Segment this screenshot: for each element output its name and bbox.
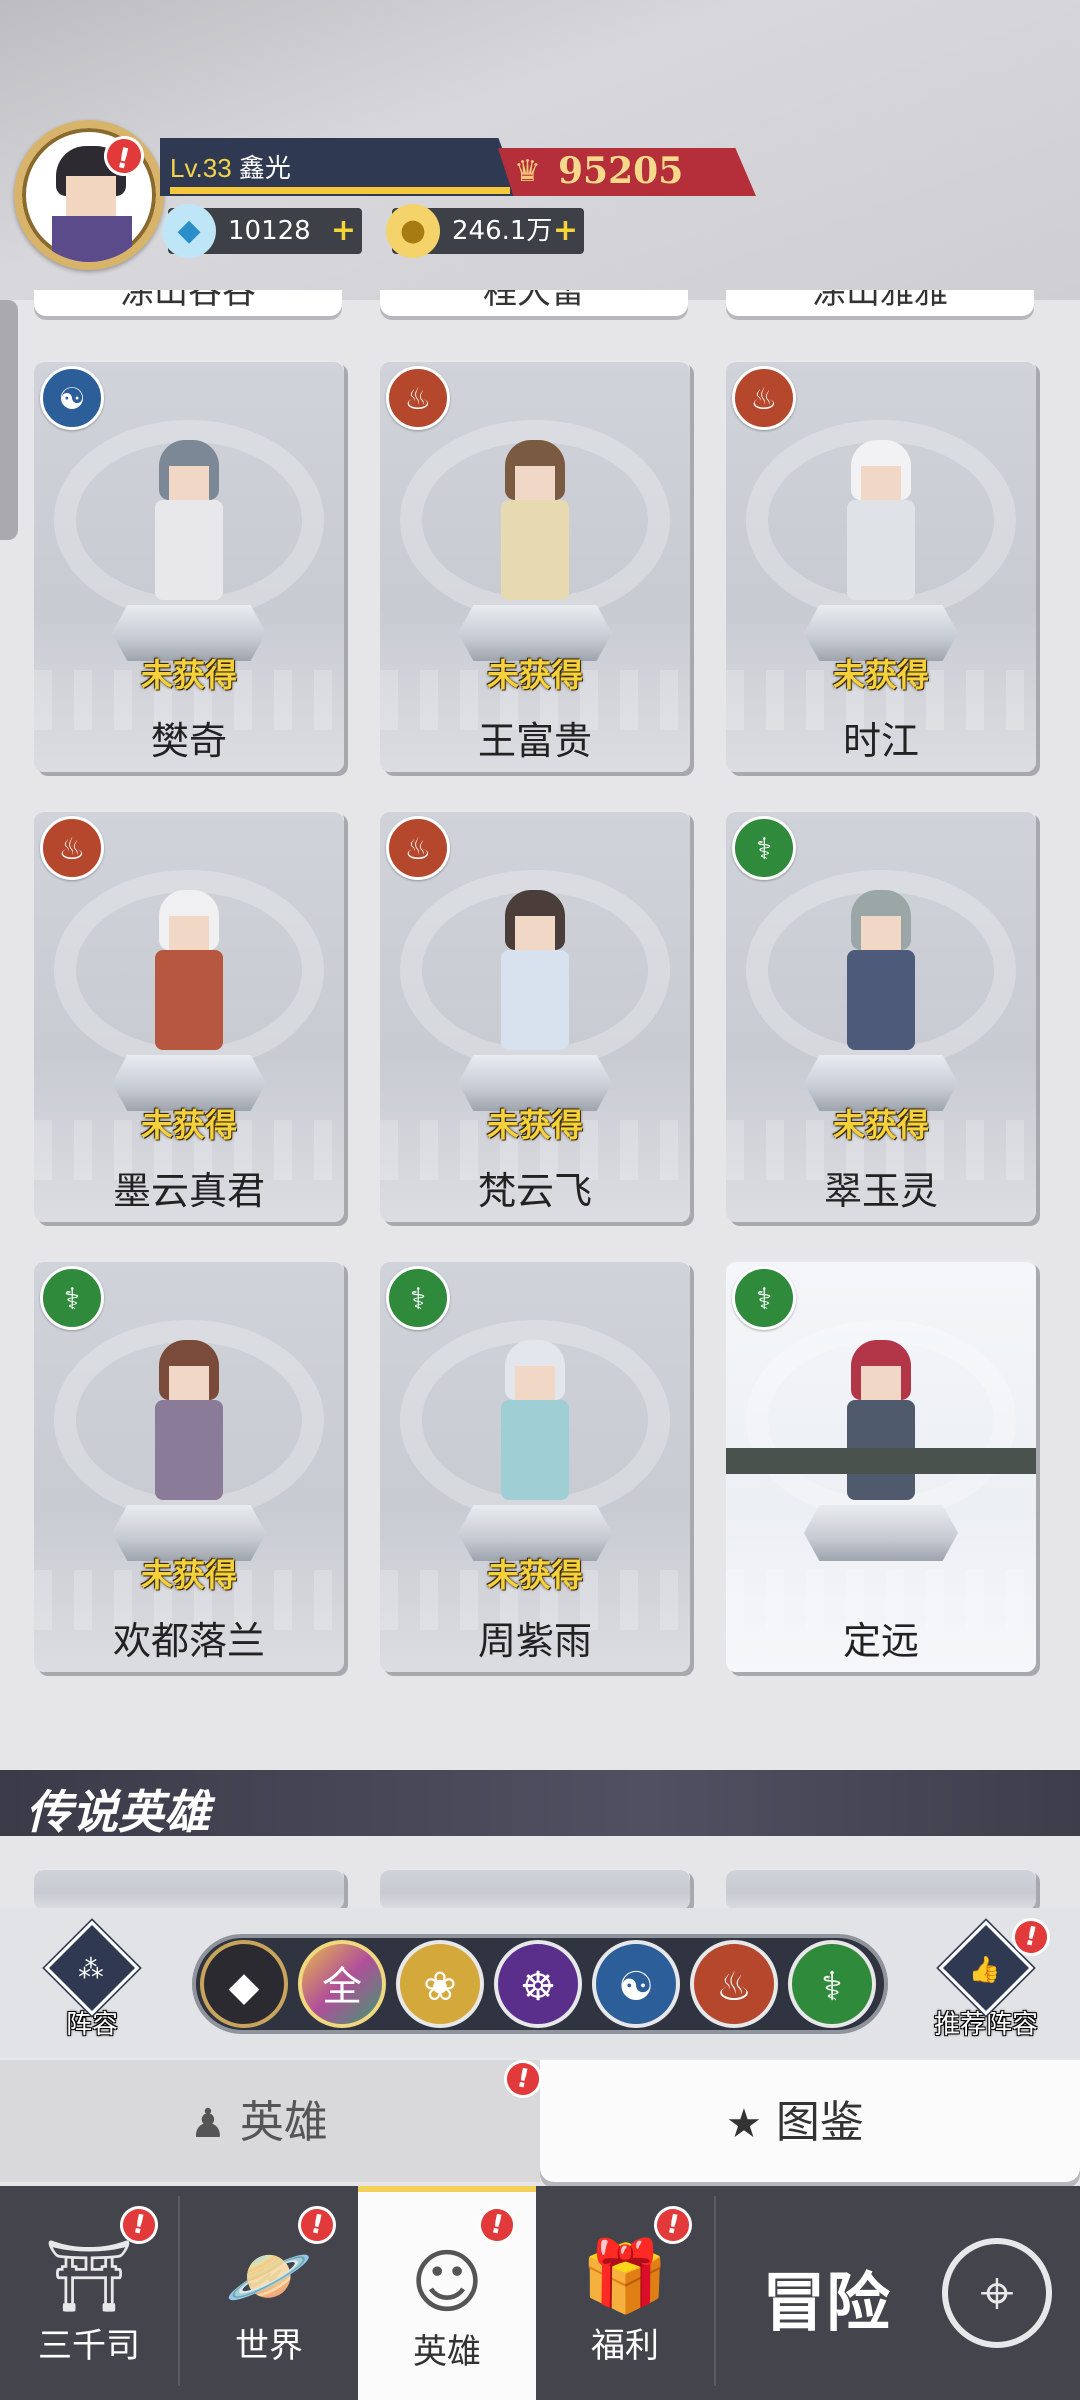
hero-sprite [831,440,931,610]
gold-coin-icon: ● [386,204,440,258]
hero-status: 未获得 [832,1106,929,1144]
weapon [726,1448,1036,1474]
hero-card-partial[interactable]: 涂山谷谷 [34,290,342,316]
hero-card-partial[interactable] [34,1868,344,1910]
hero-sprite [139,1340,239,1510]
hero-name: 欢都落兰 [112,1619,265,1663]
diamond-add-icon[interactable]: + [331,208,356,254]
pedestal [804,1505,958,1561]
hero-name: 定远 [842,1619,919,1663]
hero-card-partial[interactable]: 涂山雅雅 [726,290,1034,316]
nav-adventure[interactable]: 冒险 ⌖ [712,2186,1080,2400]
player-name: 鑫光 [238,153,291,183]
hero-status: 未获得 [486,1106,583,1144]
power-value: 95205 [558,150,684,192]
hero-silhouette-icon: ☺ [410,2241,484,2323]
diamond-icon: ◆ [162,204,216,258]
hero-card[interactable]: ♨ 未获得 王富贵 [380,360,690,772]
hero-sprite [485,890,585,1060]
wood-element-icon: ⚕ [732,1266,796,1330]
hero-status: 未获得 [140,1106,237,1144]
hero-status: 未获得 [140,1556,237,1594]
fire-element-icon: ♨ [386,366,450,430]
hero-status: 未获得 [486,656,583,694]
hero-sprite [831,1340,931,1510]
thumbs-up-icon: 👍 [968,1953,1001,1985]
hero-name: 梵云飞 [477,1169,592,1213]
hero-status: 未获得 [140,656,237,694]
hero-sprite [139,440,239,610]
gold-counter[interactable]: ● 246.1万 + [386,204,584,258]
filter-wood-icon[interactable]: ⚕ [788,1940,876,2028]
hero-name: 周紫雨 [477,1619,592,1663]
hero-card-partial[interactable]: 程大雷 [380,290,688,316]
filter-rarity-icon[interactable]: ◆ [200,1940,288,2028]
tab-book-label: ★ 图鉴 [726,2097,864,2148]
filter-fire-icon[interactable]: ♨ [690,1940,778,2028]
compass-icon: ⌖ [942,2238,1052,2348]
filter-flame-icon[interactable]: ☸ [494,1940,582,2028]
hero-name: 翠玉灵 [823,1169,938,1213]
player-level-name: Lv.33 鑫光 [170,148,291,185]
lineup-button[interactable]: ⁂ 阵容 [32,1920,152,2040]
fire-element-icon: ♨ [732,366,796,430]
water-element-icon: ☯ [40,366,104,430]
diamond-counter[interactable]: ◆ 10128 + [162,204,362,258]
gift-box-icon: 🎁 [581,2235,669,2317]
temple-icon: ⛩ [44,2235,134,2317]
person-icon: ♟ [190,2101,226,2147]
hero-name: 时江 [842,719,919,763]
hero-name: 墨云真君 [112,1169,265,1213]
player-avatar[interactable] [14,120,164,270]
hero-card[interactable]: ☯ 未获得 樊奇 [34,360,344,772]
lineup-icon: ⁂ [78,1953,104,1985]
filter-water-icon[interactable]: ☯ [592,1940,680,2028]
hero-sprite [139,890,239,1060]
hero-sprite [485,1340,585,1510]
power-icon: ♛ [514,154,541,189]
gold-add-icon[interactable]: + [553,208,578,254]
hero-status: 未获得 [486,1556,583,1594]
star-book-icon: ★ [726,2101,762,2147]
legend-section-title: 传说英雄 [26,1785,210,1839]
hero-sprite [485,440,585,610]
fire-element-icon: ♨ [40,816,104,880]
tab-hero-label: ♟ 英雄 [190,2097,328,2148]
wood-element-icon: ⚕ [40,1266,104,1330]
hero-sprite [831,890,931,1060]
planet-icon: 🪐 [225,2235,313,2317]
hero-name: 樊奇 [150,719,227,763]
wood-element-icon: ⚕ [732,816,796,880]
xp-progress [170,187,510,194]
hero-card[interactable]: ⚕ 未获得 周紫雨 [380,1260,690,1672]
hero-card[interactable]: ♨ 未获得 时江 [726,360,1036,772]
diamond-value: 10128 [228,216,311,246]
wood-element-icon: ⚕ [386,1266,450,1330]
hero-card-partial[interactable] [726,1868,1036,1910]
hero-card[interactable]: ♨ 未获得 墨云真君 [34,810,344,1222]
hero-card-partial[interactable] [380,1868,690,1910]
hero-card[interactable]: ♨ 未获得 梵云飞 [380,810,690,1222]
filter-lotus-icon[interactable]: ❀ [396,1940,484,2028]
gold-value: 246.1万 [452,216,553,246]
fire-element-icon: ♨ [386,816,450,880]
hero-name: 王富贵 [477,719,592,763]
hero-status: 未获得 [832,656,929,694]
hero-card[interactable]: ⚕ 定远 [726,1260,1036,1672]
player-level: Lv.33 [170,153,232,183]
hero-grid: 涂山谷谷 程大雷 涂山雅雅 ☯ 未获得 樊奇 ♨ 未获得 王富贵 ♨ 未获得 时… [0,290,1080,1770]
filter-all-button[interactable]: 全 [298,1940,386,2028]
hero-card[interactable]: ⚕ 未获得 翠玉灵 [726,810,1036,1222]
hero-card[interactable]: ⚕ 未获得 欢都落兰 [34,1260,344,1672]
